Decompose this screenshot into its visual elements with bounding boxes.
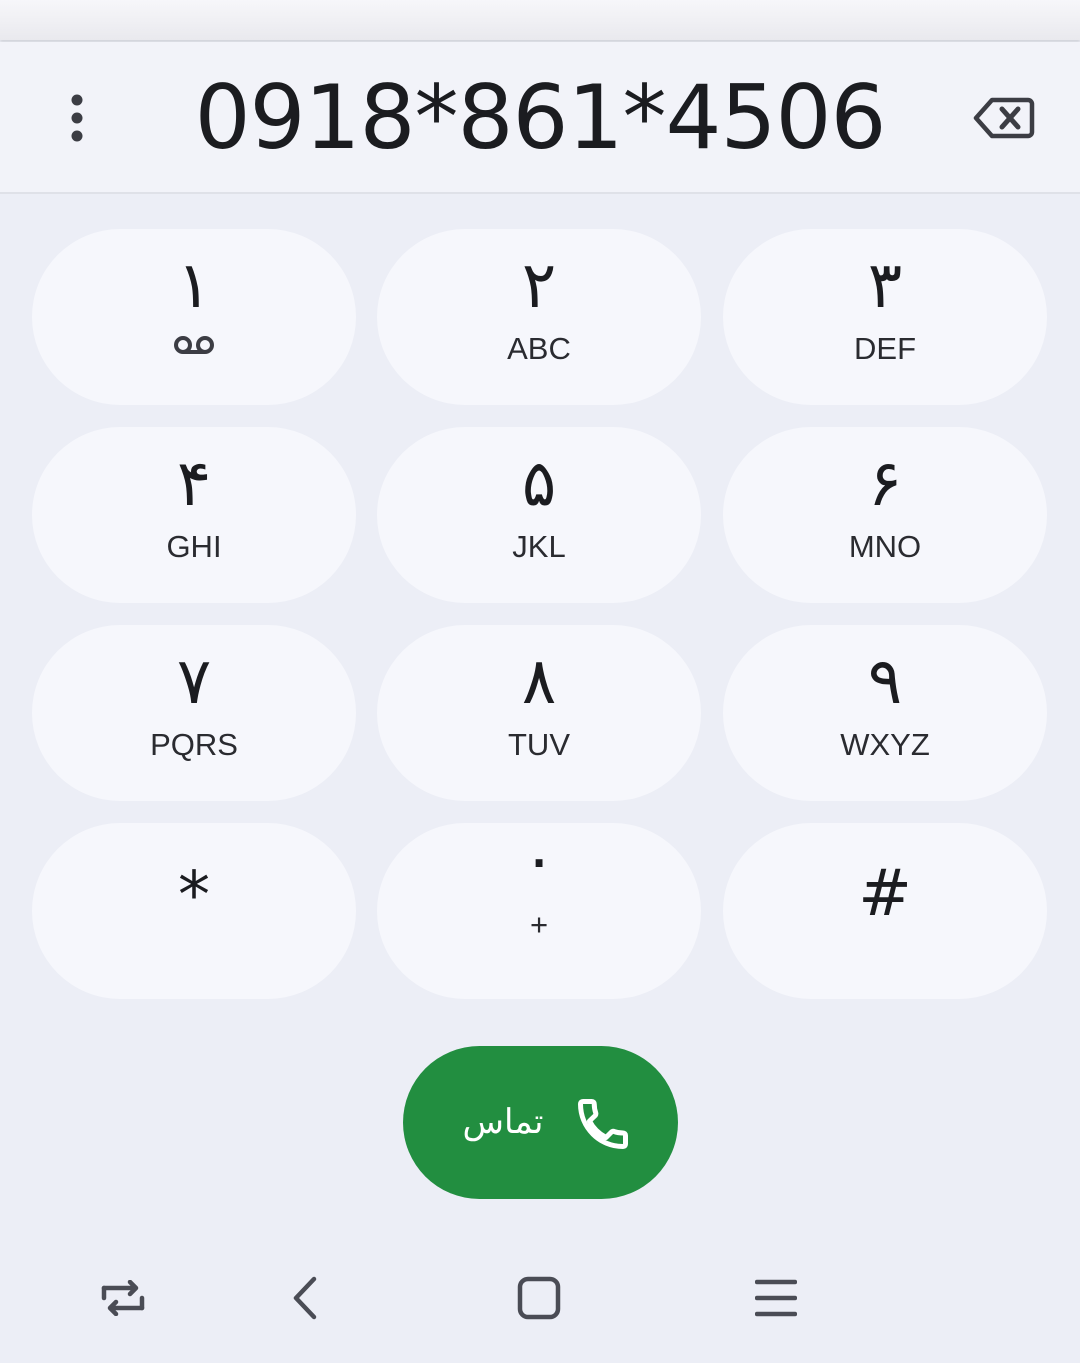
recent-apps-icon [101, 1280, 145, 1316]
number-display-bar: 0918*861*4506 [0, 42, 1080, 194]
key-star[interactable]: * [32, 823, 356, 999]
key-0[interactable]: ٠ + [377, 823, 701, 999]
key-digit: # [858, 857, 912, 931]
status-bar-shadow [0, 0, 1080, 40]
key-digit: ١ [176, 249, 212, 323]
recent-apps-button[interactable] [88, 1268, 158, 1328]
key-digit: ۵ [521, 447, 557, 521]
back-icon [293, 1276, 317, 1320]
key-2[interactable]: ٢ ABC [377, 229, 701, 405]
key-letters: + [529, 907, 549, 942]
key-4[interactable]: ۴ GHI [32, 427, 356, 603]
key-letters: MNO [848, 529, 922, 564]
key-8[interactable]: ٨ TUV [377, 625, 701, 801]
key-digit: ٩ [867, 645, 903, 719]
key-5[interactable]: ۵ JKL [377, 427, 701, 603]
key-9[interactable]: ٩ WXYZ [723, 625, 1047, 801]
overflow-menu-button[interactable] [52, 90, 102, 146]
dialed-number[interactable]: 0918*861*4506 [130, 58, 950, 178]
key-digit: ٠ [521, 823, 557, 897]
key-letters: DEF [854, 331, 916, 366]
key-7[interactable]: ٧ PQRS [32, 625, 356, 801]
key-1[interactable]: ١ [32, 229, 356, 405]
key-hash[interactable]: # [723, 823, 1047, 999]
key-digit: ٢ [521, 249, 557, 323]
key-letters: PQRS [150, 727, 238, 762]
system-navigation-bar [0, 1240, 1080, 1363]
key-letters: GHI [166, 529, 222, 564]
backspace-button[interactable] [966, 88, 1042, 148]
home-button[interactable] [504, 1268, 574, 1328]
key-letters: TUV [508, 727, 570, 762]
menu-icon [755, 1279, 797, 1317]
menu-button[interactable] [741, 1268, 811, 1328]
key-digit: ۴ [176, 447, 212, 521]
phone-icon [578, 1099, 628, 1149]
voicemail-icon [174, 336, 214, 354]
key-letters: JKL [512, 529, 566, 564]
more-vert-icon [71, 94, 83, 142]
key-digit: ۶ [867, 447, 903, 521]
key-letters: WXYZ [840, 727, 930, 762]
dialer-screen: 0918*861*4506 ١ ٢ ABC ٣ DEF ۴ GHI ۵ JKL … [0, 0, 1080, 1363]
call-button[interactable]: تماس [403, 1046, 678, 1199]
back-button[interactable] [270, 1268, 340, 1328]
key-letters: ABC [507, 331, 571, 366]
key-6[interactable]: ۶ MNO [723, 427, 1047, 603]
key-digit: ٣ [867, 249, 903, 323]
call-label: تماس [462, 1102, 544, 1142]
key-digit: * [178, 859, 210, 933]
backspace-icon [973, 97, 1035, 139]
key-digit: ٧ [176, 645, 212, 719]
voicemail-indicator [32, 335, 356, 355]
key-3[interactable]: ٣ DEF [723, 229, 1047, 405]
key-digit: ٨ [521, 645, 557, 719]
home-icon [517, 1276, 561, 1320]
